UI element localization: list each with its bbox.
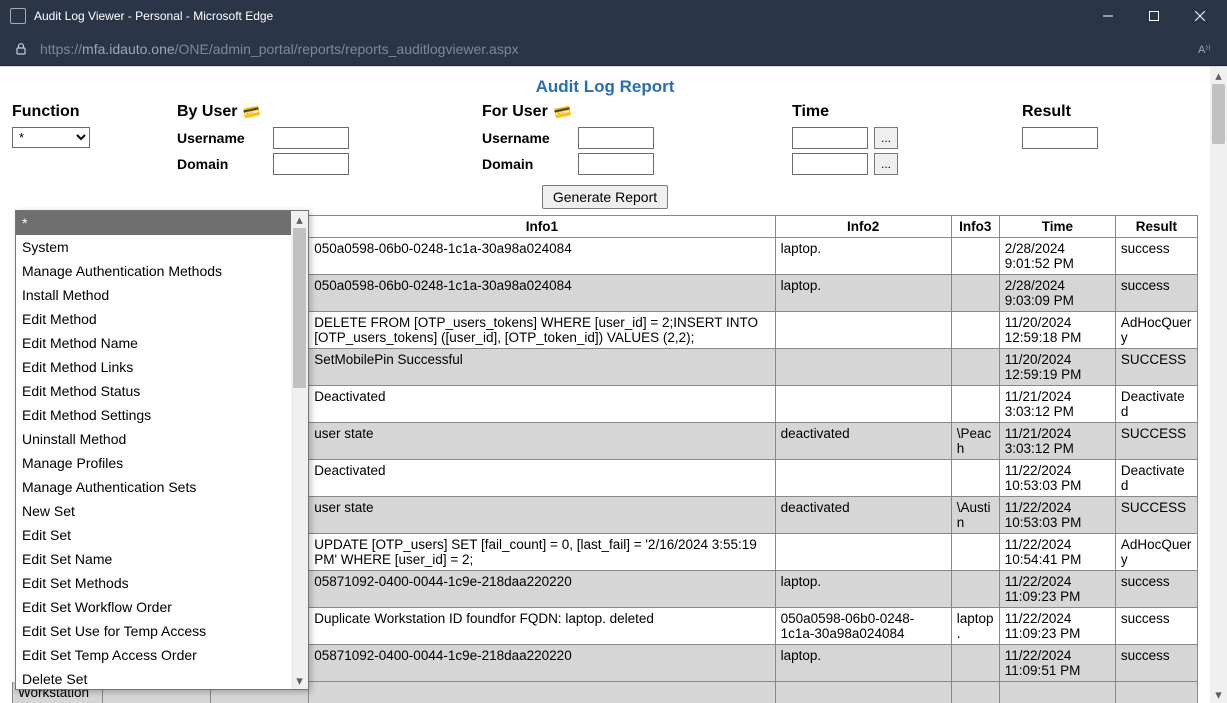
col-info3[interactable]: Info3 [951, 216, 999, 238]
dropdown-option[interactable]: Edit Set Methods [16, 571, 291, 595]
by-user-domain-label: Domain [177, 156, 267, 172]
dropdown-option[interactable]: Install Method [16, 283, 291, 307]
by-user-username-label: Username [177, 130, 267, 146]
dropdown-option[interactable]: Edit Method Links [16, 355, 291, 379]
for-user-label: For User 💳 [482, 103, 792, 121]
dropdown-option[interactable]: Edit Method [16, 307, 291, 331]
col-time[interactable]: Time [999, 216, 1115, 238]
dropdown-option[interactable]: Manage Profiles [16, 451, 291, 475]
dropdown-option[interactable]: Edit Set Temp Access Order [16, 643, 291, 667]
dropdown-option[interactable]: Delete Set [16, 667, 291, 690]
app-icon [10, 8, 26, 24]
page-scrollbar[interactable]: ▴ ▾ [1210, 67, 1227, 703]
generate-report-button[interactable]: Generate Report [542, 185, 668, 209]
time-label: Time [792, 103, 1022, 121]
dropdown-option[interactable]: New Set [16, 499, 291, 523]
scroll-down-arrow-icon[interactable]: ▾ [1210, 686, 1227, 703]
for-user-username-label: Username [482, 130, 572, 146]
function-dropdown-popup[interactable]: *SystemManage Authentication MethodsInst… [15, 210, 309, 690]
scroll-up-arrow-icon[interactable]: ▴ [291, 211, 308, 228]
dropdown-option[interactable]: Edit Set Name [16, 547, 291, 571]
read-aloud-icon[interactable]: A⁾⁾ [1195, 38, 1217, 60]
time-to-input[interactable] [792, 153, 868, 175]
filter-bar: Function * By User 💳 Username [12, 103, 1198, 179]
for-user-domain-label: Domain [482, 156, 572, 172]
scroll-up-arrow-icon[interactable]: ▴ [1210, 67, 1227, 84]
card-icon[interactable]: 💳 [552, 102, 573, 122]
page-content: Audit Log Report Function * By User 💳 Us… [0, 66, 1227, 703]
col-result[interactable]: Result [1115, 216, 1197, 238]
close-button[interactable] [1177, 0, 1223, 32]
time-from-input[interactable] [792, 127, 868, 149]
window-titlebar: Audit Log Viewer - Personal - Microsoft … [0, 0, 1227, 32]
window-title: Audit Log Viewer - Personal - Microsoft … [34, 9, 273, 23]
function-select[interactable]: * [12, 127, 90, 148]
time-from-picker-button[interactable]: ... [874, 127, 898, 149]
lock-icon[interactable] [10, 38, 32, 60]
dropdown-option[interactable]: Manage Authentication Sets [16, 475, 291, 499]
dropdown-option[interactable]: Edit Set [16, 523, 291, 547]
dropdown-option[interactable]: Edit Set Workflow Order [16, 595, 291, 619]
for-user-domain-input[interactable] [578, 153, 654, 175]
result-input[interactable] [1022, 127, 1098, 149]
col-info2[interactable]: Info2 [775, 216, 951, 238]
dropdown-option[interactable]: System [16, 235, 291, 259]
dropdown-option[interactable]: Manage Authentication Methods [16, 259, 291, 283]
address-bar: https://mfa.idauto.one/ONE/admin_portal/… [0, 32, 1227, 66]
by-user-username-input[interactable] [273, 127, 349, 149]
dropdown-option[interactable]: Edit Method Status [16, 379, 291, 403]
maximize-button[interactable] [1131, 0, 1177, 32]
url-text[interactable]: https://mfa.idauto.one/ONE/admin_portal/… [40, 41, 519, 57]
function-label: Function [12, 103, 177, 121]
page-title: Audit Log Report [12, 77, 1198, 97]
by-user-domain-input[interactable] [273, 153, 349, 175]
card-icon[interactable]: 💳 [242, 102, 263, 122]
minimize-button[interactable] [1085, 0, 1131, 32]
scrollbar-thumb[interactable] [293, 228, 306, 388]
result-label: Result [1022, 103, 1212, 121]
for-user-username-input[interactable] [578, 127, 654, 149]
dropdown-option[interactable]: Uninstall Method [16, 427, 291, 451]
dropdown-option[interactable]: Edit Method Settings [16, 403, 291, 427]
time-to-picker-button[interactable]: ... [874, 153, 898, 175]
scroll-down-arrow-icon[interactable]: ▾ [291, 672, 308, 689]
svg-text:A⁾⁾: A⁾⁾ [1198, 44, 1211, 56]
dropdown-option[interactable]: * [16, 211, 291, 235]
dropdown-scrollbar[interactable]: ▴ ▾ [291, 211, 308, 689]
dropdown-option[interactable]: Edit Set Use for Temp Access [16, 619, 291, 643]
dropdown-option[interactable]: Edit Method Name [16, 331, 291, 355]
by-user-label: By User 💳 [177, 103, 482, 121]
scrollbar-thumb[interactable] [1212, 84, 1225, 144]
col-info1[interactable]: Info1 [309, 216, 775, 238]
